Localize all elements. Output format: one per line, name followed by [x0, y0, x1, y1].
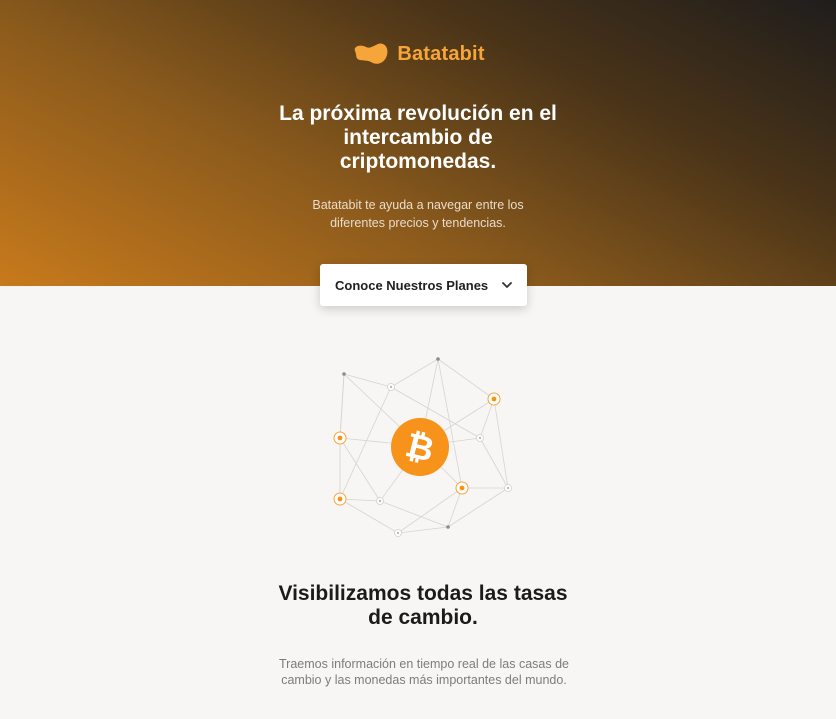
- brand-logo[interactable]: Batatabit: [0, 42, 836, 66]
- section-title: Visibilizamos todas las tasas de cambio.: [278, 582, 568, 629]
- hero-subtitle: Batatabit te ayuda a navegar entre los d…: [312, 198, 524, 230]
- hero-section: Batatabit La próxima revolución en el in…: [0, 0, 836, 286]
- crypto-network-illustration: ₿: [333, 357, 512, 537]
- bitcoin-icon: ₿: [391, 418, 449, 476]
- chevron-down-icon: [502, 282, 512, 288]
- hero-title: La próxima revolución en el intercambio …: [279, 102, 557, 173]
- plans-button-label: Conoce Nuestros Planes: [335, 277, 489, 293]
- plans-button[interactable]: Conoce Nuestros Planes: [320, 264, 527, 306]
- section-description: Traemos información en tiempo real de la…: [279, 657, 569, 687]
- brand-name: Batatabit: [397, 42, 485, 65]
- potato-logo-icon: [354, 43, 388, 64]
